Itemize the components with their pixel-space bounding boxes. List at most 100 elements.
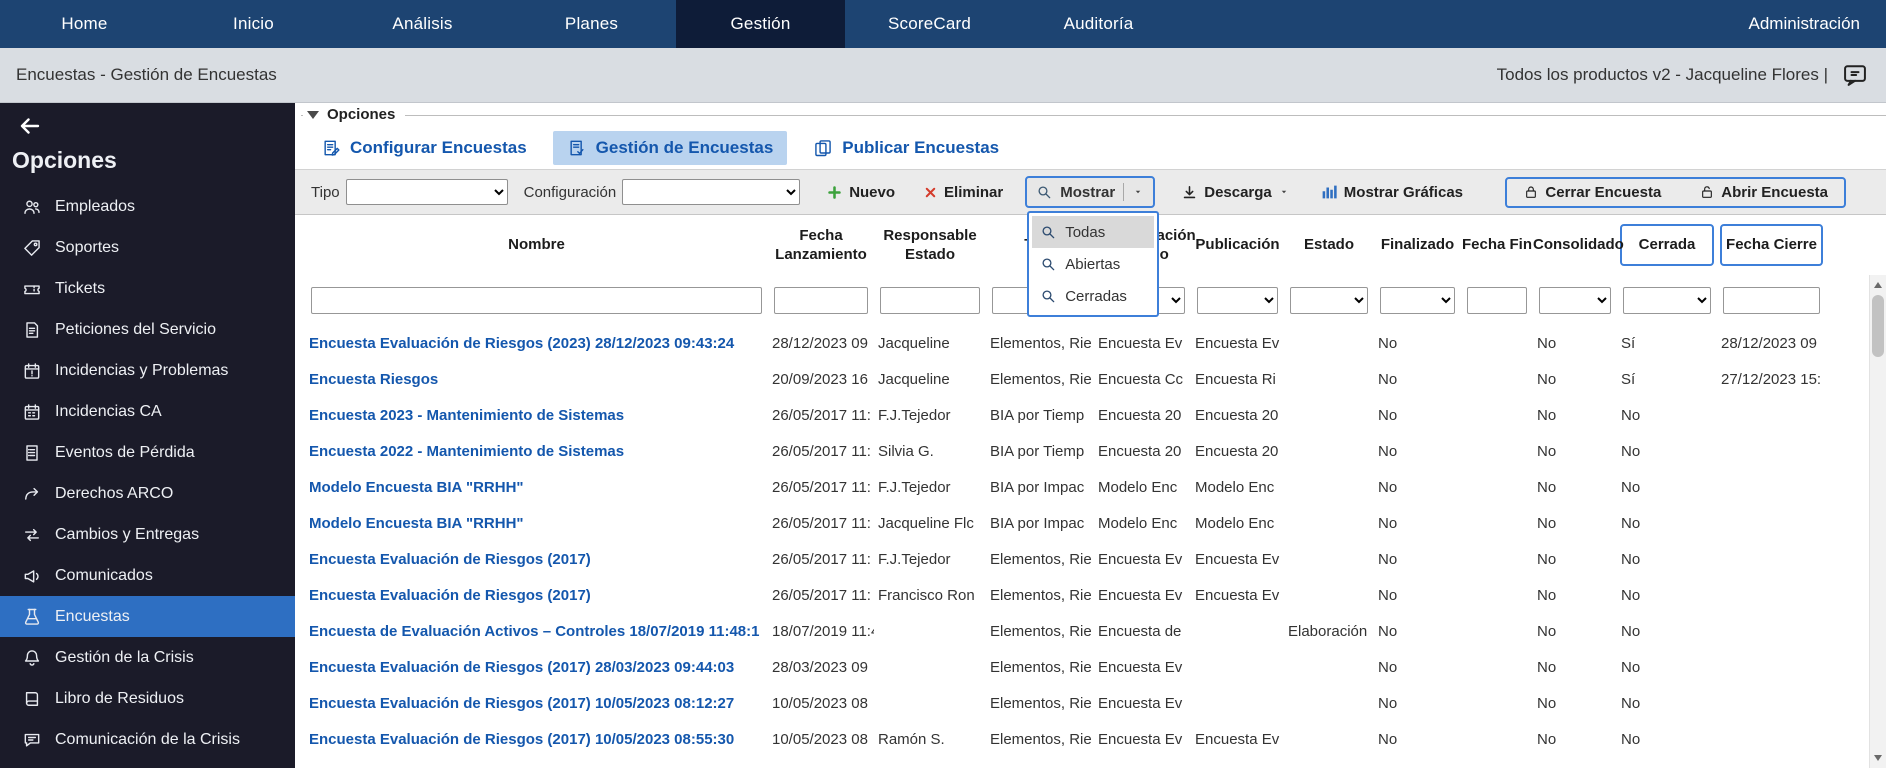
filter-input-fecha-fin[interactable]: [1467, 287, 1527, 314]
table-row[interactable]: Encuesta Evaluación de Riesgos (2017) 10…: [305, 685, 1826, 721]
mostrar-button[interactable]: Mostrar: [1025, 176, 1155, 208]
lock-closed-icon: [1523, 184, 1539, 200]
column-header-cerrada[interactable]: Cerrada: [1617, 215, 1717, 275]
sidebar-item-incidencias-ca[interactable]: Incidencias CA: [0, 391, 295, 432]
sidebar-item-label: Peticiones del Servicio: [55, 321, 216, 339]
survey-name-link[interactable]: Encuesta 2022 - Mantenimiento de Sistema…: [305, 443, 768, 460]
sidebar-item-peticiones-del-servicio[interactable]: Peticiones del Servicio: [0, 309, 295, 350]
table-row[interactable]: Encuesta de Evaluación Activos – Control…: [305, 613, 1826, 649]
table-row[interactable]: Encuesta Evaluación de Riesgos (2017)26/…: [305, 541, 1826, 577]
sidebar-item-comunicados[interactable]: Comunicados: [0, 555, 295, 596]
sidebar-item-soportes[interactable]: Soportes: [0, 227, 295, 268]
sidebar-item-tickets[interactable]: Tickets: [0, 268, 295, 309]
filter-select-consolidado[interactable]: [1539, 287, 1611, 314]
plus-icon: [826, 184, 843, 201]
column-header-estado[interactable]: Estado: [1284, 215, 1374, 275]
filter-select-finalizado[interactable]: [1380, 287, 1455, 314]
back-arrow-icon[interactable]: [18, 114, 42, 138]
tab-publicar-encuestas[interactable]: Publicar Encuestas: [799, 131, 1013, 165]
table-row[interactable]: Encuesta Evaluación de Riesgos (2017) 10…: [305, 721, 1826, 757]
scroll-down-arrow[interactable]: [1870, 750, 1886, 766]
nav-item-home[interactable]: Home: [0, 0, 169, 48]
toolbar: Tipo Configuración Nuevo Eliminar Mostra…: [295, 169, 1886, 215]
column-header-responsable-estado[interactable]: Responsable Estado: [874, 215, 986, 275]
filter-input-fecha-lanzamiento[interactable]: [774, 287, 868, 314]
filter-select-publicacion[interactable]: [1197, 287, 1278, 314]
nav-item-inicio[interactable]: Inicio: [169, 0, 338, 48]
tab-configurar-encuestas[interactable]: Configurar Encuestas: [307, 131, 541, 165]
filter-input-responsable-estado[interactable]: [880, 287, 980, 314]
cell-value: No: [1533, 407, 1617, 424]
table-row[interactable]: Encuesta Riesgos20/09/2023 16JacquelineE…: [305, 361, 1826, 397]
table-row[interactable]: Modelo Encuesta BIA "RRHH"26/05/2017 11:…: [305, 505, 1826, 541]
eliminar-button[interactable]: Eliminar: [923, 184, 1003, 201]
column-header-fecha-cierre[interactable]: Fecha Cierre: [1717, 215, 1826, 275]
filter-select-cerrada[interactable]: [1623, 287, 1711, 314]
column-header-publicacion[interactable]: Publicación: [1191, 215, 1284, 275]
scroll-up-arrow[interactable]: [1870, 277, 1886, 293]
mostrar-option-cerradas[interactable]: Cerradas: [1032, 280, 1154, 312]
sidebar-item-derechos-arco[interactable]: Derechos ARCO: [0, 473, 295, 514]
table-row[interactable]: Encuesta Evaluación de Riesgos (2023) 28…: [305, 325, 1826, 361]
survey-name-link[interactable]: Encuesta Riesgos: [305, 371, 768, 388]
table-row[interactable]: Encuesta 2023 - Mantenimiento de Sistema…: [305, 397, 1826, 433]
sidebar-item-cambios-y-entregas[interactable]: Cambios y Entregas: [0, 514, 295, 555]
survey-name-link[interactable]: Encuesta Evaluación de Riesgos (2017) 28…: [305, 659, 768, 676]
graficas-label: Mostrar Gráficas: [1344, 184, 1463, 201]
survey-name-link[interactable]: Encuesta Evaluación de Riesgos (2017) 10…: [305, 731, 768, 748]
survey-name-link[interactable]: Modelo Encuesta BIA "RRHH": [305, 515, 768, 532]
delete-x-icon: [923, 185, 938, 200]
filter-input-nombre[interactable]: [311, 287, 762, 314]
survey-name-link[interactable]: Encuesta Evaluación de Riesgos (2017): [305, 587, 768, 604]
sidebar-item-empleados[interactable]: Empleados: [0, 186, 295, 227]
tipo-select[interactable]: [346, 179, 508, 205]
descarga-button[interactable]: Descarga: [1181, 184, 1290, 201]
filter-select-estado[interactable]: [1290, 287, 1368, 314]
sidebar-item-comunicacion-de-la-crisis[interactable]: Comunicación de la Crisis: [0, 719, 295, 760]
chat-help-icon[interactable]: [1840, 61, 1870, 89]
column-header-nombre[interactable]: Nombre: [305, 215, 768, 275]
nav-item-analisis[interactable]: Análisis: [338, 0, 507, 48]
survey-name-link[interactable]: Encuesta Evaluación de Riesgos (2017) 10…: [305, 695, 768, 712]
nav-item-scorecard[interactable]: ScoreCard: [845, 0, 1014, 48]
survey-name-link[interactable]: Modelo Encuesta BIA "RRHH": [305, 479, 768, 496]
cerrar-encuesta-button[interactable]: Cerrar Encuesta: [1523, 184, 1661, 201]
survey-name-link[interactable]: Encuesta Evaluación de Riesgos (2023) 28…: [305, 335, 768, 352]
column-header-fecha-lanzamiento[interactable]: Fecha Lanzamiento: [768, 215, 874, 275]
cell-value: No: [1617, 479, 1717, 496]
sidebar-item-incidencias-y-problemas[interactable]: Incidencias y Problemas: [0, 350, 295, 391]
survey-name-link[interactable]: Encuesta 2023 - Mantenimiento de Sistema…: [305, 407, 768, 424]
cell-value: No: [1533, 695, 1617, 712]
nav-item-administracion[interactable]: Administración: [1723, 0, 1886, 48]
column-header-consolidado[interactable]: Consolidado: [1533, 215, 1617, 275]
sidebar-item-libro-de-residuos[interactable]: Libro de Residuos: [0, 678, 295, 719]
cell-value: Sí: [1617, 335, 1717, 352]
table-row[interactable]: Modelo Encuesta BIA "RRHH"26/05/2017 11:…: [305, 469, 1826, 505]
nuevo-button[interactable]: Nuevo: [826, 184, 895, 201]
table-row[interactable]: Encuesta Evaluación de Riesgos (2017) 28…: [305, 649, 1826, 685]
sidebar-item-encuestas[interactable]: Encuestas: [0, 596, 295, 637]
tab-gestion-de-encuestas[interactable]: Gestión de Encuestas: [553, 131, 788, 165]
table-row[interactable]: Encuesta Evaluación de Riesgos (2017)26/…: [305, 577, 1826, 613]
scrollbar-thumb[interactable]: [1872, 295, 1884, 357]
configuracion-select[interactable]: [622, 179, 800, 205]
column-header-fecha-fin[interactable]: Fecha Fin: [1461, 215, 1533, 275]
nav-item-auditoria[interactable]: Auditoría: [1014, 0, 1183, 48]
mostrar-option-abiertas[interactable]: Abiertas: [1032, 248, 1154, 280]
nav-item-gestion[interactable]: Gestión: [676, 0, 845, 48]
cell-value: Jacqueline Flc: [874, 515, 986, 532]
sidebar-item-eventos-de-perdida[interactable]: Eventos de Pérdida: [0, 432, 295, 473]
abrir-encuesta-button[interactable]: Abrir Encuesta: [1699, 184, 1828, 201]
sidebar-item-gestion-de-la-crisis[interactable]: Gestión de la Crisis: [0, 637, 295, 678]
survey-name-link[interactable]: Encuesta de Evaluación Activos – Control…: [305, 623, 768, 640]
table-row[interactable]: Encuesta 2022 - Mantenimiento de Sistema…: [305, 433, 1826, 469]
mostrar-option-label: Todas: [1065, 224, 1105, 241]
mostrar-graficas-button[interactable]: Mostrar Gráficas: [1320, 183, 1463, 201]
section-collapse-toggle[interactable]: Opciones: [303, 106, 405, 123]
mostrar-option-todas[interactable]: Todas: [1032, 216, 1154, 248]
filter-input-fecha-cierre[interactable]: [1723, 287, 1820, 314]
nav-item-planes[interactable]: Planes: [507, 0, 676, 48]
survey-name-link[interactable]: Encuesta Evaluación de Riesgos (2017): [305, 551, 768, 568]
column-header-finalizado[interactable]: Finalizado: [1374, 215, 1461, 275]
vertical-scrollbar[interactable]: [1869, 275, 1886, 768]
